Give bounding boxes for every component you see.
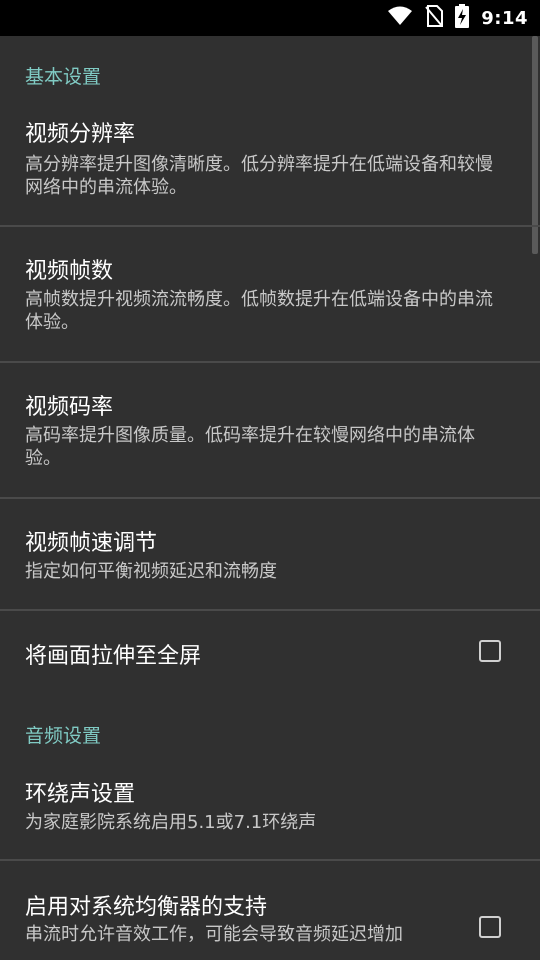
- pref-title: 启用对系统均衡器的支持: [25, 895, 268, 920]
- pref-title: 视频帧速调节: [25, 531, 158, 556]
- pref-video-resolution[interactable]: 视频分辨率 高分辨率提升图像清晰度。低分辨率提升在低端设备和较慢网络中的串流体验…: [0, 106, 530, 226]
- pref-title: 视频码率: [25, 395, 114, 420]
- pref-title: 环绕声设置: [25, 782, 136, 807]
- pref-summary: 高帧数提升视频流流畅度。低帧数提升在低端设备中的串流体验。: [25, 289, 493, 333]
- pref-surround-sound[interactable]: 环绕声设置 为家庭影院系统启用5.1或7.1环绕声: [0, 760, 530, 859]
- pref-summary: 为家庭影院系统启用5.1或7.1环绕声: [25, 812, 317, 833]
- stretch-checkbox[interactable]: [479, 640, 501, 662]
- pref-stretch-fullscreen[interactable]: 将画面拉伸至全屏: [0, 611, 530, 697]
- no-sim-icon: [425, 5, 444, 31]
- pref-frame-pacing[interactable]: 视频帧速调节 指定如何平衡视频延迟和流畅度: [0, 499, 530, 609]
- scrollbar[interactable]: [532, 36, 538, 254]
- pref-system-equalizer[interactable]: 启用对系统均衡器的支持 串流时允许音效工作，可能会导致音频延迟增加: [0, 861, 530, 960]
- pref-title: 视频分辨率: [25, 122, 136, 147]
- category-basic-settings: 基本设置: [25, 66, 102, 88]
- pref-summary: 串流时允许音效工作，可能会导致音频延迟增加: [25, 924, 403, 945]
- equalizer-checkbox[interactable]: [479, 916, 501, 938]
- pref-summary: 高分辨率提升图像清晰度。低分辨率提升在低端设备和较慢网络中的串流体验。: [25, 154, 493, 198]
- pref-video-bitrate[interactable]: 视频码率 高码率提升图像质量。低码率提升在较慢网络中的串流体验。: [0, 363, 530, 497]
- pref-summary: 高码率提升图像质量。低码率提升在较慢网络中的串流体验。: [25, 425, 475, 469]
- pref-title: 视频帧数: [25, 259, 114, 284]
- battery-charging-icon: [455, 4, 470, 32]
- category-audio-settings: 音频设置: [25, 725, 102, 747]
- status-bar: 9:14: [0, 0, 540, 36]
- pref-summary: 指定如何平衡视频延迟和流畅度: [25, 561, 277, 582]
- pref-video-fps[interactable]: 视频帧数 高帧数提升视频流流畅度。低帧数提升在低端设备中的串流体验。: [0, 227, 530, 361]
- status-icons: 9:14: [387, 0, 528, 36]
- wifi-icon: [387, 6, 413, 30]
- status-time: 9:14: [481, 7, 528, 29]
- pref-title: 将画面拉伸至全屏: [25, 644, 202, 669]
